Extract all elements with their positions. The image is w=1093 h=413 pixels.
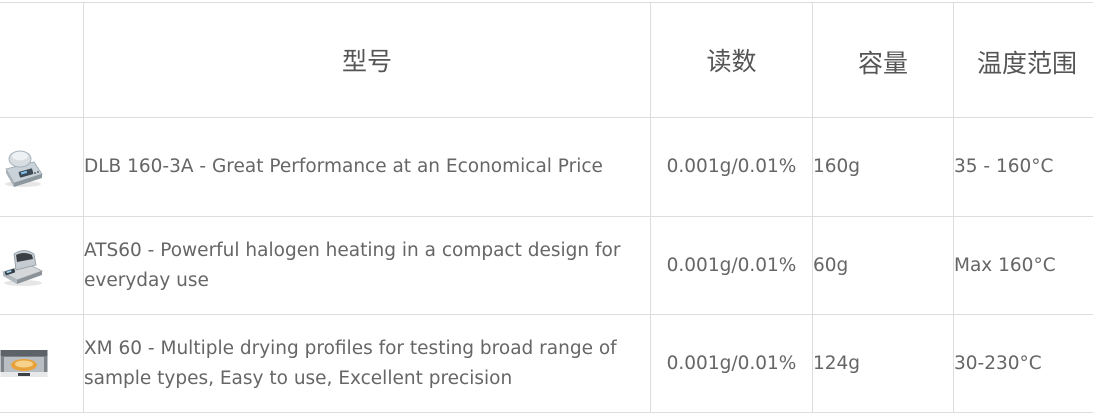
temperature-range-value: 35 - 160°C xyxy=(954,118,1093,217)
capacity-value: 60g xyxy=(813,217,954,315)
table-row: XM 60 - Multiple drying profiles for tes… xyxy=(0,315,1093,413)
readability-value: 0.001g/0.01% xyxy=(651,315,813,413)
moisture-analyzer-xm-icon[interactable] xyxy=(0,344,83,384)
product-image-cell xyxy=(0,118,84,217)
product-model-ats60[interactable]: ATS60 - Powerful halogen heating in a co… xyxy=(84,217,651,315)
capacity-value: 160g xyxy=(813,118,954,217)
product-image-cell xyxy=(0,315,84,413)
product-spec-table: 型号 读数 容量 温度范围 xyxy=(0,2,1093,413)
header-readability: 读数 xyxy=(651,3,813,118)
header-temperature-range: 温度范围 xyxy=(954,3,1093,118)
header-image xyxy=(0,3,84,118)
readability-value: 0.001g/0.01% xyxy=(651,217,813,315)
product-model-xm60[interactable]: XM 60 - Multiple drying profiles for tes… xyxy=(84,315,651,413)
header-capacity: 容量 xyxy=(813,3,954,118)
moisture-analyzer-dlb-icon[interactable] xyxy=(0,144,83,190)
product-model-dlb[interactable]: DLB 160-3A - Great Performance at an Eco… xyxy=(84,118,651,217)
capacity-value: 124g xyxy=(813,315,954,413)
moisture-analyzer-ats-icon[interactable] xyxy=(0,243,83,289)
temperature-range-value: 30-230°C xyxy=(954,315,1093,413)
table-header-row: 型号 读数 容量 温度范围 xyxy=(0,3,1093,118)
header-model: 型号 xyxy=(84,3,651,118)
product-image-cell xyxy=(0,217,84,315)
temperature-range-value: Max 160°C xyxy=(954,217,1093,315)
readability-value: 0.001g/0.01% xyxy=(651,118,813,217)
table-row: DLB 160-3A - Great Performance at an Eco… xyxy=(0,118,1093,217)
table-row: ATS60 - Powerful halogen heating in a co… xyxy=(0,217,1093,315)
